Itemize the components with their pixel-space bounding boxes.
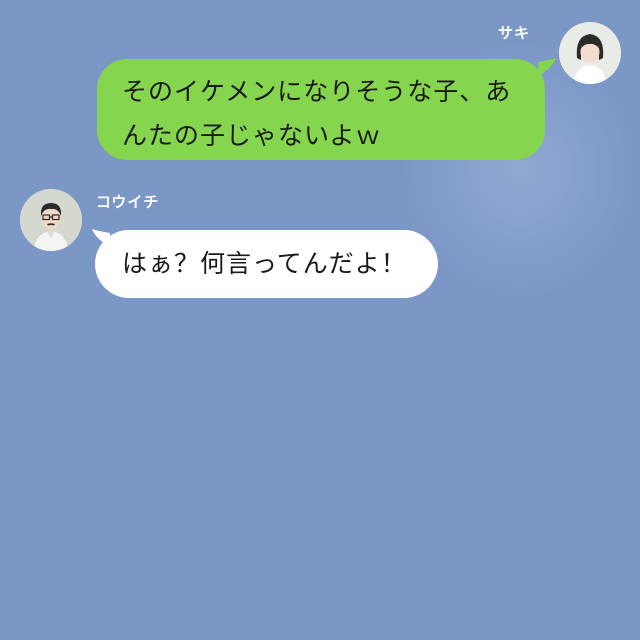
message-bubble-kouichi[interactable]: はぁ？何言ってんだよ！: [95, 230, 438, 298]
chat-area: サキ そのイケメンになりそうな子、あ んたの子じゃないよｗ コウイチ はぁ？何言…: [0, 0, 640, 640]
saki-avatar[interactable]: [559, 22, 621, 84]
message-line: そのイケメンになりそうな子、あ: [122, 77, 512, 106]
woman-avatar-icon: [559, 22, 621, 84]
message-bubble-saki[interactable]: そのイケメンになりそうな子、あ んたの子じゃないよｗ: [97, 59, 545, 160]
man-with-glasses-avatar-icon: [20, 189, 82, 251]
message-line: んたの子じゃないよｗ: [122, 121, 382, 150]
sender-name-kouichi: コウイチ: [96, 193, 160, 211]
message-line: はぁ？何言ってんだよ！: [122, 249, 407, 278]
kouichi-avatar[interactable]: [20, 189, 82, 251]
sender-name-saki: サキ: [498, 24, 531, 42]
